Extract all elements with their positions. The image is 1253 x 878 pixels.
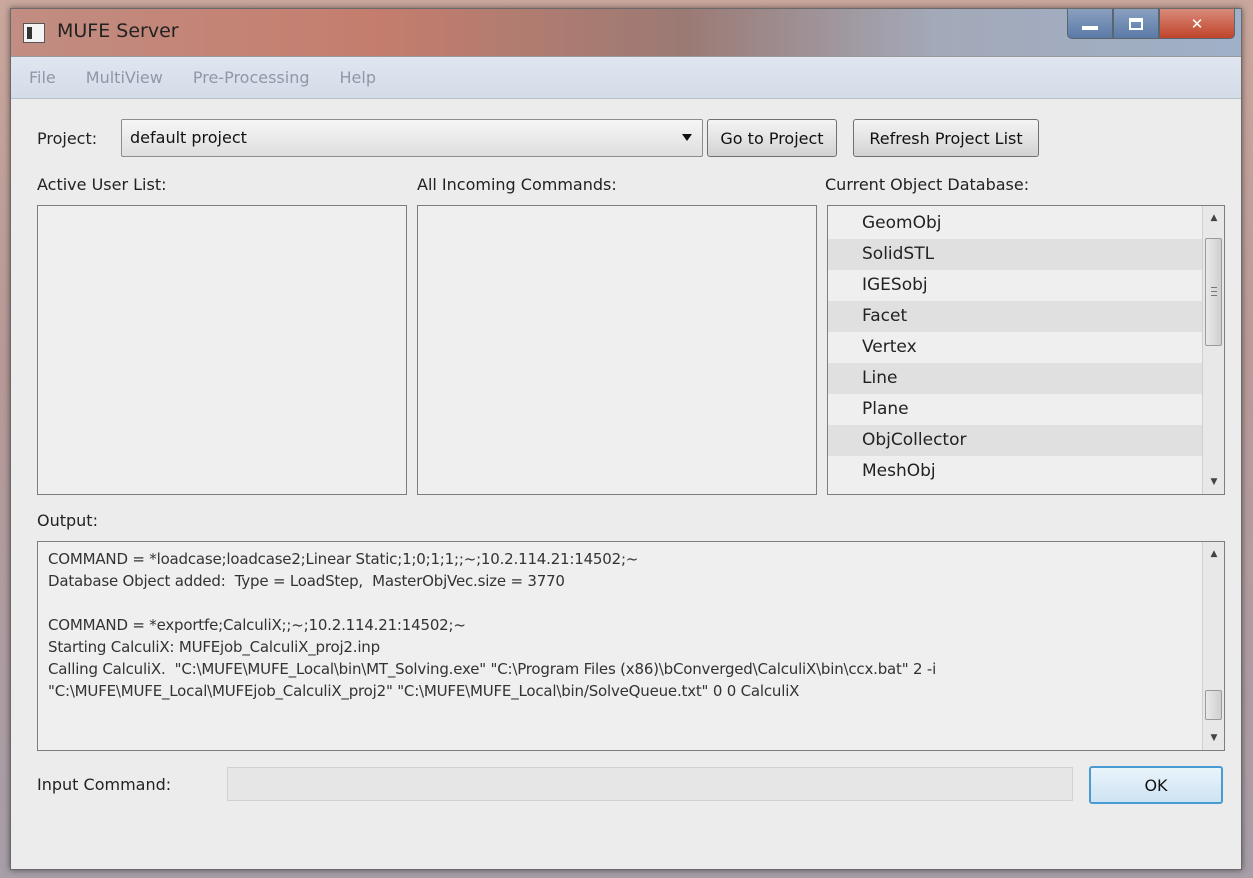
output-scrollbar[interactable]: ▲ ▼ [1202,542,1224,750]
database-scrollbar[interactable]: ▲ ▼ [1202,206,1224,494]
app-icon [23,23,45,43]
menu-help[interactable]: Help [340,68,376,87]
list-item[interactable]: IGESobj [828,270,1224,301]
window-controls: ✕ [1067,9,1235,39]
project-selected-value: default project [130,128,247,147]
incoming-commands-label: All Incoming Commands: [417,175,617,194]
go-to-project-button[interactable]: Go to Project [707,119,837,157]
scroll-up-icon[interactable]: ▲ [1203,542,1225,566]
window-title: MUFE Server [57,20,179,42]
maximize-button[interactable] [1113,9,1159,39]
object-database-label: Current Object Database: [825,175,1030,194]
input-command-field[interactable] [227,767,1073,801]
minimize-button[interactable] [1067,9,1113,39]
minimize-icon [1082,25,1098,30]
list-item[interactable]: ObjCollector [828,425,1224,456]
close-button[interactable]: ✕ [1159,9,1235,39]
scroll-up-icon[interactable]: ▲ [1203,206,1225,230]
input-command-label: Input Command: [37,775,172,794]
close-icon: ✕ [1190,14,1204,33]
maximize-icon [1129,17,1143,30]
output-text: COMMAND = *loadcase;loadcase2;Linear Sta… [48,550,937,700]
incoming-commands-list[interactable] [417,205,817,495]
output-label: Output: [37,511,98,530]
menu-bar: File MultiView Pre-Processing Help [11,57,1241,99]
project-select[interactable]: default project [121,119,703,157]
ok-button[interactable]: OK [1089,766,1223,804]
active-user-list[interactable] [37,205,407,495]
title-bar[interactable]: MUFE Server ✕ [11,9,1241,57]
chevron-down-icon [682,134,692,141]
list-item[interactable]: Vertex [828,332,1224,363]
object-database-list[interactable]: GeomObj SolidSTL IGESobj Facet Vertex Li… [827,205,1225,495]
list-item[interactable]: MeshObj [828,456,1224,487]
grip-icon [1211,295,1217,296]
grip-icon [1211,291,1217,292]
database-scroll-thumb[interactable] [1205,238,1222,346]
list-item[interactable]: Plane [828,394,1224,425]
refresh-project-list-button[interactable]: Refresh Project List [853,119,1039,157]
mufe-server-window: MUFE Server ✕ File MultiView Pre-Process… [10,8,1242,870]
menu-multiview[interactable]: MultiView [86,68,163,87]
list-item[interactable]: Facet [828,301,1224,332]
output-console[interactable]: COMMAND = *loadcase;loadcase2;Linear Sta… [37,541,1225,751]
list-item[interactable]: GeomObj [828,208,1224,239]
scroll-down-icon[interactable]: ▼ [1203,470,1225,494]
list-item[interactable]: Line [828,363,1224,394]
output-scroll-thumb[interactable] [1205,690,1222,720]
scroll-down-icon[interactable]: ▼ [1203,726,1225,750]
menu-file[interactable]: File [29,68,56,87]
grip-icon [1211,287,1217,288]
menu-pre-processing[interactable]: Pre-Processing [193,68,310,87]
project-label: Project: [37,129,98,148]
list-item[interactable]: SolidSTL [828,239,1224,270]
active-user-list-label: Active User List: [37,175,167,194]
